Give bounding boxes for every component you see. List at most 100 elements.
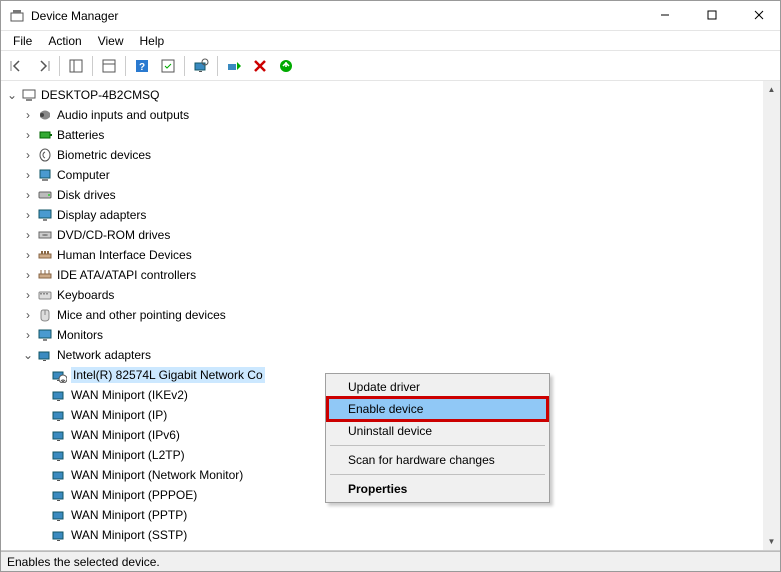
svg-text:?: ? [139,62,145,73]
network-adapter-icon [51,427,67,443]
tree-device[interactable]: WAN Miniport (PPTP) [3,505,778,525]
tree-category[interactable]: ›Disk drives [3,185,778,205]
tree-category-label: Batteries [57,128,104,142]
tree-category-label: IDE ATA/ATAPI controllers [57,268,196,282]
expand-collapse-icon[interactable]: › [21,308,35,322]
tree-root[interactable]: ⌄ DESKTOP-4B2CMSQ [3,85,778,105]
network-adapter-icon [51,367,67,383]
expand-collapse-icon[interactable]: › [21,188,35,202]
back-button[interactable] [5,54,29,78]
expand-collapse-icon[interactable]: › [21,128,35,142]
network-adapter-icon [51,487,67,503]
context-menu: Update driver Enable device Uninstall de… [325,373,550,503]
show-hide-tree-button[interactable] [64,54,88,78]
tree-device-label: WAN Miniport (IP) [71,408,167,422]
expand-collapse-icon[interactable]: › [21,208,35,222]
tree-device-label: WAN Miniport (PPTP) [71,508,187,522]
tree-category[interactable]: › Batteries [3,125,778,145]
category-icon [37,107,53,123]
ctx-update-driver[interactable]: Update driver [328,376,547,398]
network-adapter-icon [51,527,67,543]
ctx-properties[interactable]: Properties [328,478,547,500]
category-icon [37,327,53,343]
tree-category[interactable]: › Keyboards [3,285,778,305]
ctx-enable-device[interactable]: Enable device [328,398,547,420]
category-icon [37,287,53,303]
tree-category[interactable]: ›DVD/CD-ROM drives [3,225,778,245]
ctx-separator [330,474,545,475]
tree-category[interactable]: ›Human Interface Devices [3,245,778,265]
title-bar: Device Manager [1,1,780,31]
toolbar: ? [1,51,780,81]
expand-collapse-icon[interactable]: › [21,108,35,122]
category-icon [37,167,53,183]
status-text: Enables the selected device. [7,555,160,569]
network-adapter-icon [51,387,67,403]
menu-action[interactable]: Action [40,32,89,50]
tree-category[interactable]: ›Audio inputs and outputs [3,105,778,125]
toolbar-separator [92,56,93,76]
menu-file[interactable]: File [5,32,40,50]
category-icon [37,307,53,323]
expand-collapse-icon[interactable]: › [21,328,35,342]
category-icon [37,227,53,243]
maximize-button[interactable] [689,0,734,30]
expand-collapse-icon[interactable]: › [21,168,35,182]
minimize-button[interactable] [642,0,687,30]
menu-help[interactable]: Help [132,32,173,50]
computer-icon [21,87,37,103]
network-adapter-icon [51,447,67,463]
tree-device-label: Intel(R) 82574L Gigabit Network Co [71,367,265,383]
scroll-up-icon[interactable]: ▲ [763,81,780,98]
tree-device-label: WAN Miniport (SSTP) [71,528,187,542]
menu-view[interactable]: View [90,32,132,50]
expand-collapse-icon[interactable]: › [21,268,35,282]
help-button[interactable]: ? [130,54,154,78]
tree-device[interactable]: WAN Miniport (SSTP) [3,525,778,545]
expand-collapse-icon[interactable]: › [21,248,35,262]
scroll-down-icon[interactable]: ▼ [763,533,780,550]
tree-category-label: Network adapters [57,348,151,362]
tree-category[interactable]: › IDE ATA/ATAPI controllers [3,265,778,285]
ctx-scan-hardware[interactable]: Scan for hardware changes [328,449,547,471]
expand-collapse-icon[interactable]: › [21,148,35,162]
toolbar-separator [59,56,60,76]
expand-collapse-icon[interactable]: › [21,288,35,302]
ctx-uninstall-device[interactable]: Uninstall device [328,420,547,442]
tree-category[interactable]: › Computer [3,165,778,185]
status-bar: Enables the selected device. [1,551,780,571]
tree-category[interactable]: ›Mice and other pointing devices [3,305,778,325]
category-icon [37,147,53,163]
tree-root-label: DESKTOP-4B2CMSQ [41,88,159,102]
app-icon [9,8,25,24]
expand-collapse-icon[interactable]: ⌄ [21,348,35,362]
forward-button[interactable] [31,54,55,78]
tree-category-label: Biometric devices [57,148,151,162]
tree-category[interactable]: › Monitors [3,325,778,345]
tree-device-label: WAN Miniport (IPv6) [71,428,180,442]
network-adapter-icon [51,407,67,423]
toolbar-separator [125,56,126,76]
category-icon [37,187,53,203]
category-icon [37,247,53,263]
action-button[interactable] [156,54,180,78]
network-adapter-icon [51,467,67,483]
expand-collapse-icon[interactable]: › [21,228,35,242]
tree-category-label: Monitors [57,328,103,342]
tree-category-label: Keyboards [57,288,114,302]
tree-category-label: Computer [57,168,110,182]
tree-category-label: Display adapters [57,208,146,222]
enable-device-button[interactable] [222,54,246,78]
scan-hardware-button[interactable] [189,54,213,78]
tree-device-label: WAN Miniport (Network Monitor) [71,468,243,482]
expand-collapse-icon[interactable]: ⌄ [5,88,19,102]
tree-category[interactable]: › Display adapters [3,205,778,225]
close-button[interactable] [736,0,781,30]
uninstall-button[interactable] [248,54,272,78]
tree-category[interactable]: › Biometric devices [3,145,778,165]
properties-button[interactable] [97,54,121,78]
update-driver-button[interactable] [274,54,298,78]
toolbar-separator [184,56,185,76]
scrollbar[interactable]: ▲ ▼ [763,81,780,550]
tree-category-network-adapters[interactable]: ⌄ Network adapters [3,345,778,365]
